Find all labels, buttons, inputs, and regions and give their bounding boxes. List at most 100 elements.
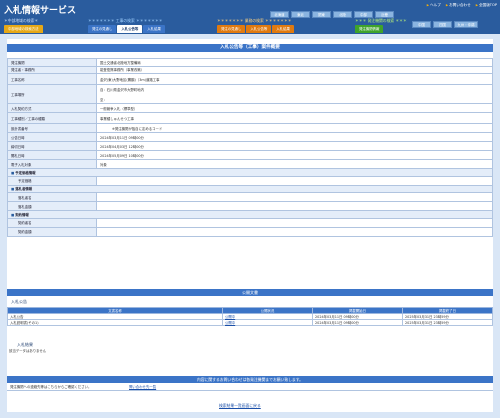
detail-value-text: 自：石川県金沢市大野町地内: [100, 87, 145, 92]
help-links: ヘルプ お問い合わせ 全国版TOP: [427, 3, 497, 8]
inquiry-notice: 内容に関するお問い合わせは各発注機関までお願い致します。: [7, 376, 493, 383]
help-link[interactable]: ヘルプ: [427, 3, 441, 8]
region-tohoku-button[interactable]: 東北: [291, 11, 310, 18]
category-tabs: ＊中部地域の検索＊ 中部地域の検索方法 ＊＊＊＊＊＊＊ 工事の検索 ＊＊＊＊＊＊…: [0, 18, 500, 34]
detail-value-text: 至：: [100, 97, 107, 102]
bid-notice-heading: 入札公告: [11, 299, 27, 304]
detail-row: 予定価格: [7, 175, 493, 186]
detail-value-text: 能登復興事務所（事業改築）: [100, 68, 145, 73]
page-title: 入札公告等（工事）案件概要: [7, 44, 493, 52]
detail-row: 工事名称 金沢(東)大野地区(鷹鵬)（3m)道路工事: [7, 73, 493, 85]
region-kanto-button[interactable]: 関東: [312, 11, 331, 18]
content-panel: 入札公告等（工事）案件概要 発注機関 国土交通省北陸地方整備局 発注者・事務所 能登復…: [7, 39, 493, 412]
detail-group-heading: 予定価格情報: [7, 168, 493, 177]
category-chubu: ＊中部地域の検索＊ 中部地域の検索方法: [4, 18, 43, 33]
detail-value-text: 一般競争入札（標準型）: [100, 106, 138, 111]
category-tab[interactable]: 発注の見通し: [88, 25, 117, 33]
detail-value-text: 金沢(東)大野地区(鷹鵬)（3m)道路工事: [100, 77, 160, 82]
detail-value-text: 2024年04月03日 12時00分: [100, 144, 144, 149]
category-tab[interactable]: 入札公告等: [117, 25, 143, 33]
detail-group-heading: 契約情報: [7, 210, 493, 219]
bid-result-empty: 該当データはありません: [9, 349, 47, 353]
detail-row: 予定価格情報: [7, 168, 493, 177]
detail-row: 契約情報: [7, 210, 493, 219]
back-to-results-link[interactable]: 検索結果一覧画面に戻る: [219, 403, 261, 409]
region-kinki-button[interactable]: 近畿: [375, 11, 394, 18]
detail-value: 自：石川県金沢市大野町地内 至：: [96, 84, 493, 104]
detail-row: 電子入札対象 対象: [7, 159, 493, 169]
detail-value: 金沢(東)大野地区(鷹鵬)（3m)道路工事: [96, 73, 493, 85]
contact-list-link[interactable]: 問い合わせ先一覧: [129, 383, 156, 390]
detail-value: [96, 175, 493, 186]
detail-row: 工事種別／工事の種類 事業種しゅんせつ工事: [7, 112, 493, 124]
category-agency: ＊＊＊ 発注機関の検索 ＊＊＊ 発注機関情報: [355, 18, 407, 33]
detail-value: 一般競争入札（標準型）: [96, 103, 493, 113]
region-chubu-button[interactable]: 中部: [354, 11, 373, 18]
detail-row: 工事場所 自：石川県金沢市大野町地内 至：: [7, 84, 493, 104]
region-hokuriku-button[interactable]: 北陸: [333, 11, 352, 18]
category-title: ＊中部地域の検索＊: [4, 18, 39, 23]
case-detail-table: 発注機関 国土交通省北陸地方整備局 発注者・事務所 能登復興事務所（事業改築） 工事名称…: [7, 58, 493, 237]
detail-row: 契約金額: [7, 226, 493, 237]
detail-label: 契約者名: [7, 217, 97, 228]
detail-value: 2024年04月03日 12時00分: [96, 141, 493, 151]
detail-row: 開札日時 2024年05月09日 10時00分: [7, 150, 493, 160]
doc-name: 入札説明書(その1): [7, 319, 223, 326]
detail-label: 公告日時: [7, 132, 97, 142]
category-title: ＊＊＊＊＊＊＊ 業務の検索 ＊＊＊＊＊＊＊: [217, 18, 292, 23]
public-docs-header: 公開文書: [7, 289, 493, 296]
detail-label: 入札契約方式: [7, 103, 97, 113]
detail-row: 落札者名: [7, 192, 493, 202]
detail-value: [96, 226, 493, 237]
category-tab[interactable]: 入札結果: [272, 25, 294, 33]
region-buttons-row1: 北海道 東北 関東 北陸 中部 近畿: [270, 11, 394, 18]
detail-note: ※発注機関が独自に定めるコード: [112, 126, 163, 131]
category-tab[interactable]: 入札結果: [143, 25, 165, 33]
header-bar: 入札情報サービス ヘルプ お問い合わせ 全国版TOP 北海道 東北 関東 北陸 …: [0, 0, 500, 34]
table-row: 入札説明書(その1) 公開中 2024年03月11日 09時00分 2025年03月3…: [7, 319, 493, 326]
detail-value-text: 対象: [100, 162, 107, 167]
category-tab[interactable]: 発注の見通し: [217, 25, 246, 33]
detail-label: 電子入札対象: [7, 159, 97, 169]
contact-row: 発注機関への連絡先等はこちらからご確認ください。 問い合わせ先一覧: [7, 383, 493, 391]
site-logo[interactable]: 入札情報サービス: [4, 4, 82, 18]
doc-status-link[interactable]: 公開中: [222, 319, 313, 326]
detail-value: [96, 201, 493, 211]
detail-label: 契約金額: [7, 226, 97, 237]
region-hokkaido-button[interactable]: 北海道: [270, 11, 289, 18]
national-top-link[interactable]: 全国版TOP: [476, 3, 497, 8]
detail-label: 工事名称: [7, 73, 97, 85]
detail-row: 落札者情報: [7, 184, 493, 193]
detail-value: 2024年05月09日 10時00分: [96, 150, 493, 160]
detail-label: 発注機関: [7, 58, 97, 67]
detail-label: 設計書番号: [7, 123, 97, 133]
category-title: ＊＊＊＊＊＊＊ 工事の検索 ＊＊＊＊＊＊＊: [88, 18, 163, 23]
category-title: ＊＊＊ 発注機関の検索 ＊＊＊: [355, 18, 407, 23]
detail-value: [96, 192, 493, 202]
contact-link[interactable]: お問い合わせ: [446, 3, 471, 8]
doc-date: 2024年03月11日 09時00分: [312, 319, 403, 326]
main-area: 入札公告等（工事）案件概要 発注機関 国土交通省北陸地方整備局 発注者・事務所 能登復…: [0, 34, 500, 418]
doc-date: 2025年03月31日 23時59分: [402, 319, 493, 326]
category-services: ＊＊＊＊＊＊＊ 業務の検索 ＊＊＊＊＊＊＊ 発注の見通し 入札公告等 入札結果: [217, 18, 294, 33]
category-tab[interactable]: 発注機関情報: [355, 25, 384, 33]
detail-row: 発注機関 国土交通省北陸地方整備局: [7, 58, 493, 67]
detail-label: 工事場所: [7, 84, 97, 104]
detail-label: 落札金額: [7, 201, 97, 211]
category-tab[interactable]: 入札公告等: [246, 25, 272, 33]
detail-value: [96, 217, 493, 228]
contact-text: 発注機関への連絡先等はこちらからご確認ください。: [10, 385, 92, 389]
detail-value: 能登復興事務所（事業改築）: [96, 65, 493, 74]
category-construction: ＊＊＊＊＊＊＊ 工事の検索 ＊＊＊＊＊＊＊ 発注の見通し 入札公告等 入札結果: [88, 18, 165, 33]
detail-row: 公告日時 2024年03月11日 09時00分: [7, 132, 493, 142]
detail-value: 対象: [96, 159, 493, 169]
public-docs-table: 文書名称 公開状況 掲載開始日 掲載終了日 入札公告 公開中 2024年03月11日…: [7, 307, 493, 326]
detail-row: 設計書番号 ※発注機関が独自に定めるコード: [7, 123, 493, 133]
detail-row: 落札金額: [7, 201, 493, 211]
detail-value-text: 事業種しゅんせつ工事: [100, 116, 134, 121]
detail-row: 契約者名: [7, 217, 493, 228]
detail-row: 発注者・事務所 能登復興事務所（事業改築）: [7, 65, 493, 74]
detail-value: 国土交通省北陸地方整備局: [96, 58, 493, 67]
category-tab[interactable]: 中部地域の検索方法: [4, 25, 43, 33]
detail-row: 締切日時 2024年04月03日 12時00分: [7, 141, 493, 151]
